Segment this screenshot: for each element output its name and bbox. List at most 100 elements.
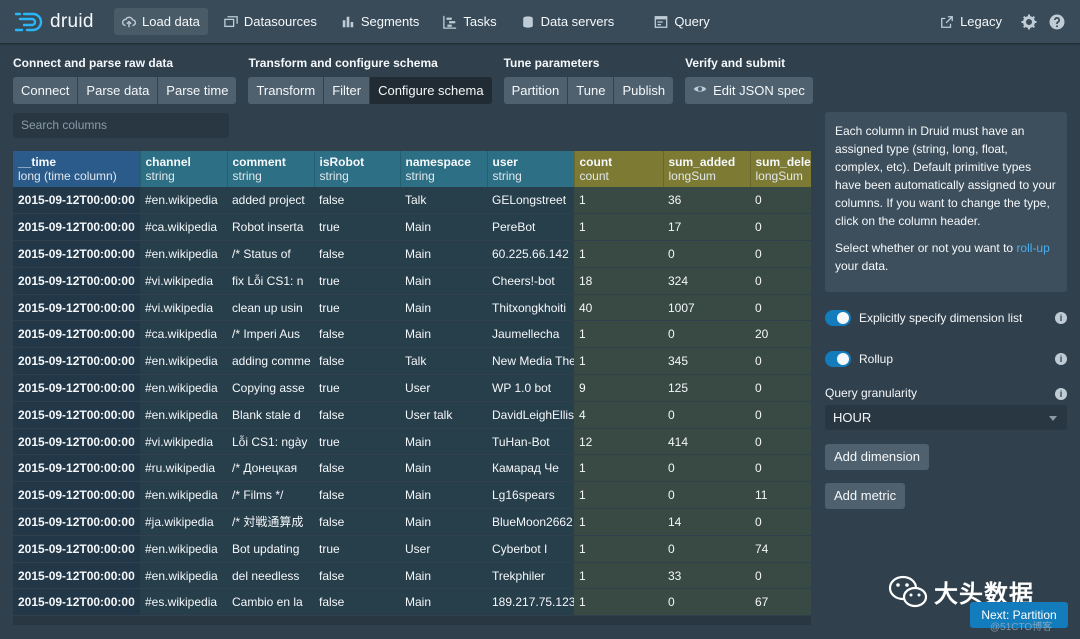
druid-logo[interactable]: druid — [14, 11, 114, 33]
info-sign-icon[interactable]: i — [1055, 353, 1067, 365]
info-sign-icon[interactable]: i — [1055, 312, 1067, 324]
table-row: 2015-09-12T00:00:00 #ca.wikipedia Robot in… — [13, 213, 811, 242]
nav-tasks[interactable]: Tasks — [435, 8, 504, 35]
column-header-count[interactable]: count count — [574, 151, 664, 187]
table-cell: 324 — [663, 267, 750, 295]
table-cell: #ru.wikipedia — [140, 454, 227, 483]
schema-info-callout: Each column in Druid must have an assign… — [825, 112, 1067, 292]
step-parse-time-button[interactable]: Parse time — [158, 77, 237, 104]
table-cell: 14 — [663, 508, 750, 536]
table-cell: WP 1.0 bot — [487, 374, 574, 402]
step-connect-button[interactable]: Connect — [13, 77, 78, 104]
explicit-dimensions-label: Explicitly specify dimension list — [859, 311, 1023, 325]
table-row: 2015-09-12T00:00:00 #en.wikipedia adding c… — [13, 347, 811, 376]
table-cell: New Media The — [487, 347, 574, 376]
table-row: 2015-09-12T00:00:00 #en.wikipedia Bot upda… — [13, 535, 811, 563]
gear-icon[interactable] — [1020, 13, 1038, 31]
add-metric-button[interactable]: Add metric — [825, 483, 906, 509]
nav-legacy-label: Legacy — [960, 14, 1002, 29]
step-filter-button[interactable]: Filter — [324, 77, 370, 104]
stacked-chart-icon — [341, 15, 355, 29]
table-cell: true — [314, 374, 400, 402]
table-row: 2015-09-12T00:00:00 #vi.wikipedia Lỗi CS1:… — [13, 428, 811, 456]
table-cell: Lg16spears — [487, 481, 574, 510]
nav-query[interactable]: Query — [646, 8, 717, 35]
column-header-time[interactable]: __time long (time column) — [13, 151, 141, 187]
step-group-title: Connect and parse raw data — [13, 56, 174, 70]
table-cell: 11 — [750, 481, 811, 510]
step-partition-button[interactable]: Partition — [503, 77, 568, 104]
table-cell: #ja.wikipedia — [140, 508, 227, 536]
table-cell: Cambio en la — [227, 588, 314, 617]
column-header-channel[interactable]: channel string — [140, 151, 228, 187]
table-cell: TuHan-Bot — [487, 428, 574, 456]
table-cell: clean up usin — [227, 294, 314, 322]
step-parse-data-button[interactable]: Parse data — [78, 77, 158, 104]
table-cell: 0 — [750, 374, 811, 402]
step-configure-schema-button[interactable]: Configure schema — [370, 77, 492, 104]
table-cell: #ca.wikipedia — [140, 320, 227, 349]
rollup-toggle[interactable] — [825, 351, 851, 367]
table-cell: 2015-09-12T00:00:00 — [13, 374, 140, 402]
nav-legacy[interactable]: Legacy — [932, 8, 1010, 35]
app-name: druid — [50, 10, 94, 32]
step-edit-json-spec-button[interactable]: Edit JSON spec — [685, 77, 813, 104]
table-cell: 1 — [574, 481, 663, 510]
table-cell: 2015-09-12T00:00:00 — [13, 401, 140, 429]
table-cell: 20 — [750, 320, 811, 349]
table-cell: 2015-09-12T00:00:00 — [13, 481, 140, 510]
table-cell: 40 — [574, 294, 663, 322]
table-cell: 12 — [574, 428, 663, 456]
nav-load-data[interactable]: Load data — [114, 8, 208, 35]
nav-data-servers[interactable]: Data servers — [513, 8, 623, 35]
table-cell: 0 — [663, 240, 750, 268]
nav-tasks-label: Tasks — [463, 14, 497, 29]
table-cell: User talk — [400, 401, 487, 429]
nav-datasources-label: Datasources — [243, 14, 317, 29]
table-cell: 0 — [750, 240, 811, 268]
nav-query-label: Query — [674, 14, 710, 29]
table-cell: #vi.wikipedia — [140, 428, 227, 456]
query-granularity-text: Query granularity — [825, 386, 918, 400]
table-cell: true — [314, 294, 400, 322]
table-cell: #en.wikipedia — [140, 401, 227, 429]
nav-data-servers-label: Data servers — [540, 14, 615, 29]
explicit-dimensions-toggle[interactable] — [825, 310, 851, 326]
info-sign-icon[interactable]: i — [1055, 388, 1067, 400]
top-navbar: druid Load data Datasources Segments Tas… — [0, 0, 1080, 43]
table-cell: 345 — [663, 347, 750, 376]
step-tune-button[interactable]: Tune — [568, 77, 614, 104]
explicit-dimensions-row: Explicitly specify dimension list i — [825, 310, 1067, 326]
column-header-user[interactable]: user string — [487, 151, 575, 187]
share-icon — [940, 15, 954, 29]
column-header-sum-deleted[interactable]: sum_deletedlongSum — [750, 151, 811, 187]
table-cell: 1 — [574, 562, 663, 590]
table-cell: #en.wikipedia — [140, 187, 227, 215]
column-type: string — [232, 169, 262, 183]
column-type: string — [492, 169, 522, 183]
column-header-namespace[interactable]: namespace string — [400, 151, 488, 187]
column-name: __time — [18, 155, 57, 169]
table-cell: BlueMoon2662 — [487, 508, 574, 536]
step-publish-button[interactable]: Publish — [614, 77, 674, 104]
add-dimension-button[interactable]: Add dimension — [825, 444, 929, 470]
column-type: longSum — [755, 169, 803, 183]
query-granularity-select[interactable]: HOUR — [825, 405, 1067, 430]
table-cell: Main — [400, 240, 487, 268]
column-type: string — [319, 169, 349, 183]
column-header-sum-added[interactable]: sum_added longSum — [663, 151, 751, 187]
search-columns-input[interactable]: Search columns — [13, 113, 229, 138]
table-cell: #en.wikipedia — [140, 374, 227, 402]
help-icon[interactable] — [1048, 13, 1066, 31]
table-cell: PereBot — [487, 213, 574, 242]
table-cell: #en.wikipedia — [140, 240, 227, 268]
rollup-link[interactable]: roll-up — [1016, 241, 1049, 255]
table-cell: false — [314, 320, 400, 349]
table-cell: 0 — [750, 401, 811, 429]
step-transform-button[interactable]: Transform — [248, 77, 324, 104]
callout-paragraph: Each column in Druid must have an assign… — [835, 124, 1056, 228]
nav-segments[interactable]: Segments — [333, 8, 428, 35]
column-header-isRobot[interactable]: isRobot string — [314, 151, 401, 187]
column-header-comment[interactable]: comment string — [227, 151, 315, 187]
nav-datasources[interactable]: Datasources — [216, 8, 325, 35]
